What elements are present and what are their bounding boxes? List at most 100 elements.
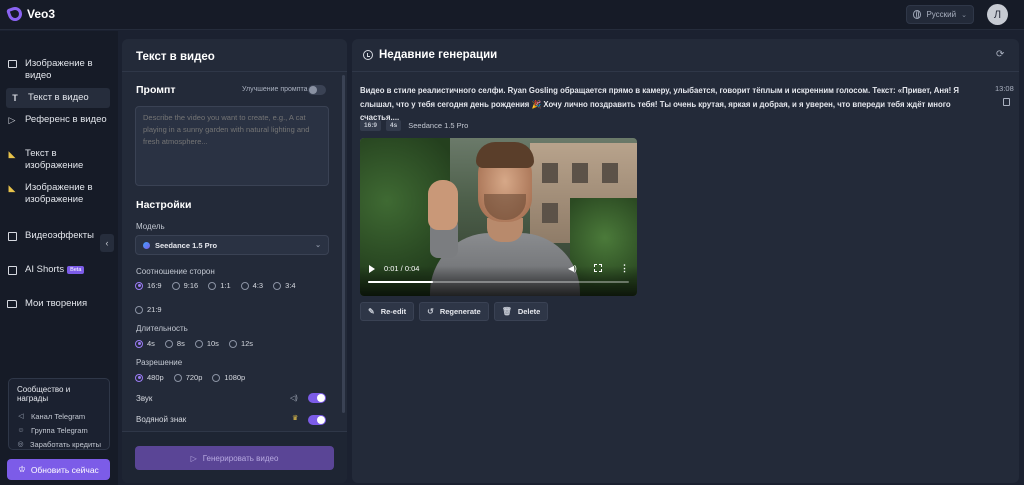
fullscreen-icon[interactable] bbox=[594, 264, 602, 272]
aspect-option-21-9[interactable]: 21:9 bbox=[135, 305, 162, 314]
play-icon: ▷ bbox=[190, 453, 197, 463]
regenerate-button[interactable]: ↺ Regenerate bbox=[419, 302, 489, 321]
chevron-down-icon: ⌄ bbox=[961, 11, 967, 19]
telegram-channel-link[interactable]: ◁ Канал Telegram bbox=[17, 409, 101, 423]
aspect-option-3-4[interactable]: 3:4 bbox=[273, 281, 296, 290]
community-title: Сообщество и награды bbox=[17, 385, 71, 403]
refresh-icon[interactable]: ⟳ bbox=[996, 49, 1004, 60]
button-label: Regenerate bbox=[439, 307, 481, 316]
telegram-group-link[interactable]: ☺ Группа Telegram bbox=[17, 423, 101, 437]
play-button[interactable] bbox=[369, 265, 375, 273]
sidebar-item-ai-shorts[interactable]: AI Shorts Beta bbox=[7, 264, 111, 276]
regenerate-icon: ↺ bbox=[427, 307, 434, 316]
banana-icon: ◣ bbox=[8, 183, 16, 193]
collapse-sidebar-button[interactable]: ‹ bbox=[100, 234, 114, 252]
model-value: Seedance 1.5 Pro bbox=[155, 240, 218, 250]
duration-option-12s[interactable]: 12s bbox=[228, 339, 253, 348]
language-label: Русский bbox=[926, 10, 957, 19]
delete-button[interactable]: 🗑 Delete bbox=[493, 302, 549, 321]
watermark-label: Водяной знак bbox=[136, 415, 187, 424]
aspect-option-1-1[interactable]: 1:1 bbox=[208, 281, 231, 290]
image-icon bbox=[7, 59, 17, 69]
enhance-prompt-label: Улучшение промпта bbox=[242, 86, 308, 93]
sidebar-item-label: AI Shorts bbox=[25, 264, 65, 275]
aspect-option-9-16[interactable]: 9:16 bbox=[171, 281, 198, 290]
video-player[interactable]: 0:01 / 0:04 ◀) ⋮ bbox=[360, 138, 637, 296]
chevron-left-icon: ‹ bbox=[105, 238, 109, 248]
prompt-line: Видео в стиле реалистичного селфи. Ryan … bbox=[360, 86, 960, 95]
enhance-prompt-toggle[interactable] bbox=[308, 85, 326, 95]
play-icon: ▷ bbox=[8, 115, 16, 125]
sidebar-item-label: Текст в изображение bbox=[25, 148, 84, 171]
sidebar-item-image-to-video[interactable]: Изображение в видео bbox=[7, 58, 111, 82]
prompt-input[interactable] bbox=[135, 106, 329, 186]
generate-video-button[interactable]: ▷ Генерировать видео bbox=[135, 446, 334, 470]
community-box: Сообщество и награды ◁ Канал Telegram ☺ … bbox=[8, 378, 110, 450]
globe-icon bbox=[913, 10, 922, 19]
sidebar-item-text-to-image[interactable]: ◣ Текст в изображение bbox=[7, 148, 111, 172]
re-edit-button[interactable]: ✎ Re-edit bbox=[360, 302, 415, 321]
resolution-option-1080p[interactable]: 1080p bbox=[212, 373, 245, 382]
sidebar-item-text-to-video[interactable]: T Текст в видео bbox=[6, 88, 110, 108]
duration-option-8s[interactable]: 8s bbox=[164, 339, 185, 348]
model-select[interactable]: Seedance 1.5 Pro ⌄ bbox=[135, 235, 329, 255]
volume-icon[interactable]: ◀) bbox=[568, 264, 577, 273]
film-icon bbox=[7, 265, 17, 275]
chevron-down-icon: ⌄ bbox=[315, 242, 321, 249]
sidebar-item-reference-to-video[interactable]: ▷ Референс в видео bbox=[7, 114, 111, 126]
sound-label: Звук bbox=[136, 394, 153, 403]
video-progress-track[interactable] bbox=[368, 281, 629, 283]
duration-option-10s[interactable]: 10s bbox=[194, 339, 219, 348]
sidebar-item-my-creations[interactable]: Мои творения bbox=[7, 298, 111, 310]
duration-tag: 4s bbox=[386, 120, 402, 131]
text-to-video-panel: Текст в видео Промпт Улучшение промпта Н… bbox=[122, 39, 347, 483]
logo-icon bbox=[6, 5, 24, 23]
resolution-option-720p[interactable]: 720p bbox=[173, 373, 202, 382]
settings-title: Настройки bbox=[136, 199, 192, 211]
earn-credits-link[interactable]: ◎ Заработать кредиты bbox=[17, 437, 101, 451]
users-icon: ☺ bbox=[17, 426, 25, 434]
beta-badge: Beta bbox=[67, 266, 85, 274]
speaker-icon: ◁) bbox=[290, 395, 298, 402]
watermark-toggle[interactable] bbox=[308, 415, 326, 425]
megaphone-icon: ◁ bbox=[18, 413, 24, 420]
logo[interactable]: Veo3 bbox=[6, 5, 56, 23]
sound-toggle[interactable] bbox=[308, 393, 326, 403]
generation-actions: ✎ Re-edit ↺ Regenerate 🗑 Delete bbox=[360, 302, 549, 321]
more-options-icon[interactable]: ⋮ bbox=[620, 263, 629, 274]
aspect-option-4-3[interactable]: 4:3 bbox=[240, 281, 263, 290]
trash-icon: 🗑 bbox=[501, 307, 512, 316]
scrollbar[interactable] bbox=[342, 75, 345, 413]
sidebar-item-label: Изображение в изображение bbox=[25, 182, 93, 205]
aspect-tag: 16:9 bbox=[360, 120, 382, 131]
link-label: Канал Telegram bbox=[31, 411, 86, 421]
sidebar-item-label: Текст в видео bbox=[28, 92, 89, 103]
video-time: 0:01 / 0:04 bbox=[384, 264, 420, 273]
text-icon: T bbox=[12, 93, 18, 103]
model-label: Модель bbox=[136, 222, 165, 231]
sidebar-item-image-to-image[interactable]: ◣ Изображение в изображение bbox=[7, 182, 111, 206]
sidebar-item-label: Мои творения bbox=[25, 298, 88, 309]
generation-tags: 16:9 4s Seedance 1.5 Pro bbox=[360, 120, 468, 131]
link-label: Заработать кредиты bbox=[30, 439, 101, 449]
aspect-option-16-9[interactable]: 16:9 bbox=[135, 281, 162, 290]
copy-icon[interactable] bbox=[1003, 98, 1010, 106]
divider bbox=[352, 71, 1019, 72]
app-name: Veo3 bbox=[27, 7, 56, 21]
language-select[interactable]: Русский ⌄ bbox=[906, 5, 974, 24]
upgrade-button[interactable]: ♔ Обновить сейчас bbox=[7, 459, 110, 480]
sidebar-item-label: Референс в видео bbox=[25, 114, 107, 125]
duration-option-4s[interactable]: 4s bbox=[135, 339, 155, 348]
sidebar-item-video-effects[interactable]: Видеоэффекты bbox=[7, 230, 111, 242]
resolution-option-480p[interactable]: 480p bbox=[135, 373, 164, 382]
recent-title: Недавние генерации bbox=[379, 49, 498, 61]
history-icon bbox=[363, 50, 373, 60]
recent-generations-panel: Недавние генерации ⟳ Видео в стиле реали… bbox=[352, 39, 1019, 483]
top-bar: Veo3 Русский ⌄ Л bbox=[0, 0, 1024, 30]
resolution-label: Разрешение bbox=[136, 358, 183, 367]
model-tag: Seedance 1.5 Pro bbox=[408, 121, 469, 130]
folder-icon bbox=[7, 299, 17, 309]
button-label: Re-edit bbox=[380, 307, 407, 316]
sidebar: Изображение в видео T Текст в видео ▷ Ре… bbox=[0, 31, 118, 485]
avatar[interactable]: Л bbox=[987, 4, 1008, 25]
